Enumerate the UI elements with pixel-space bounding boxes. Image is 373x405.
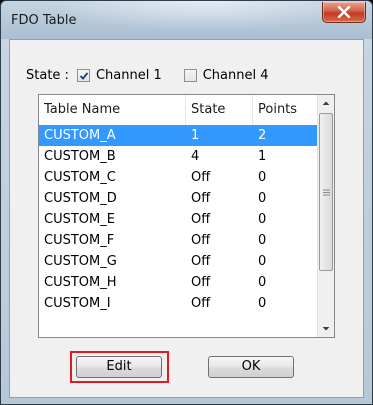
table-row[interactable]: CUSTOM_G Off 0 <box>39 251 318 272</box>
cell-points: 0 <box>258 233 267 248</box>
cell-table-name: CUSTOM_H <box>44 275 117 290</box>
fdo-table-list[interactable]: Table Name State Points CUSTOM_A 1 2 CUS… <box>38 94 335 338</box>
scroll-up-button[interactable] <box>318 95 334 112</box>
scrollbar-thumb[interactable] <box>319 113 333 271</box>
scroll-down-button[interactable] <box>318 320 334 337</box>
cell-points: 0 <box>258 191 267 206</box>
channel-1-checkbox[interactable] <box>76 68 90 82</box>
list-header: Table Name State Points <box>39 95 318 126</box>
cell-state: Off <box>191 191 211 206</box>
table-row[interactable]: CUSTOM_B 4 1 <box>39 146 318 167</box>
fdo-table-dialog: FDO Table State : Channel 1 Channel 4 Ta… <box>0 0 373 405</box>
arrow-down-icon <box>322 327 330 331</box>
close-x-icon <box>337 6 351 18</box>
column-header-state[interactable]: State <box>186 95 253 125</box>
table-row[interactable]: CUSTOM_I Off 0 <box>39 293 318 314</box>
cell-points: 0 <box>258 254 267 269</box>
cell-state: 1 <box>191 128 200 143</box>
title-bar[interactable]: FDO Table <box>1 1 372 39</box>
cell-table-name: CUSTOM_I <box>44 296 111 311</box>
list-rows: CUSTOM_A 1 2 CUSTOM_B 4 1 CUSTOM_C Off 0… <box>39 125 318 314</box>
column-header-points[interactable]: Points <box>253 95 318 125</box>
table-row[interactable]: CUSTOM_D Off 0 <box>39 188 318 209</box>
cell-points: 0 <box>258 212 267 227</box>
cell-table-name: CUSTOM_B <box>44 149 116 164</box>
state-row: State : Channel 1 Channel 4 <box>26 67 291 83</box>
state-label: State : <box>26 67 69 83</box>
table-row[interactable]: CUSTOM_H Off 0 <box>39 272 318 293</box>
table-row[interactable]: CUSTOM_E Off 0 <box>39 209 318 230</box>
window-title: FDO Table <box>11 13 77 28</box>
arrow-up-icon <box>322 101 330 105</box>
cell-table-name: CUSTOM_A <box>44 128 116 143</box>
table-row[interactable]: CUSTOM_C Off 0 <box>39 167 318 188</box>
cell-table-name: CUSTOM_E <box>44 212 115 227</box>
cell-state: Off <box>191 296 211 311</box>
cell-state: Off <box>191 212 211 227</box>
vertical-scrollbar[interactable] <box>317 95 334 337</box>
table-row[interactable]: CUSTOM_A 1 2 <box>39 125 318 146</box>
cell-state: Off <box>191 233 211 248</box>
cell-table-name: CUSTOM_G <box>44 254 117 269</box>
cell-state: 4 <box>191 149 200 164</box>
cell-table-name: CUSTOM_F <box>44 233 115 248</box>
channel-4-checkbox[interactable] <box>183 68 197 82</box>
cell-state: Off <box>191 254 211 269</box>
column-header-table-name[interactable]: Table Name <box>39 95 186 125</box>
close-button[interactable] <box>322 2 366 23</box>
cell-table-name: CUSTOM_C <box>44 170 116 185</box>
cell-points: 0 <box>258 296 267 311</box>
ok-button[interactable]: OK <box>208 356 294 378</box>
cell-points: 2 <box>258 128 267 143</box>
channel-4-label[interactable]: Channel 4 <box>203 68 269 83</box>
cell-points: 1 <box>258 149 267 164</box>
dialog-body: State : Channel 1 Channel 4 Table Name S… <box>9 39 364 398</box>
edit-button[interactable]: Edit <box>76 356 162 378</box>
channel-1-label[interactable]: Channel 1 <box>96 68 162 83</box>
cell-points: 0 <box>258 275 267 290</box>
checkmark-icon <box>79 71 89 80</box>
cell-state: Off <box>191 275 211 290</box>
cell-points: 0 <box>258 170 267 185</box>
cell-table-name: CUSTOM_D <box>44 191 117 206</box>
table-row[interactable]: CUSTOM_F Off 0 <box>39 230 318 251</box>
cell-state: Off <box>191 170 211 185</box>
grip-icon <box>323 189 330 196</box>
